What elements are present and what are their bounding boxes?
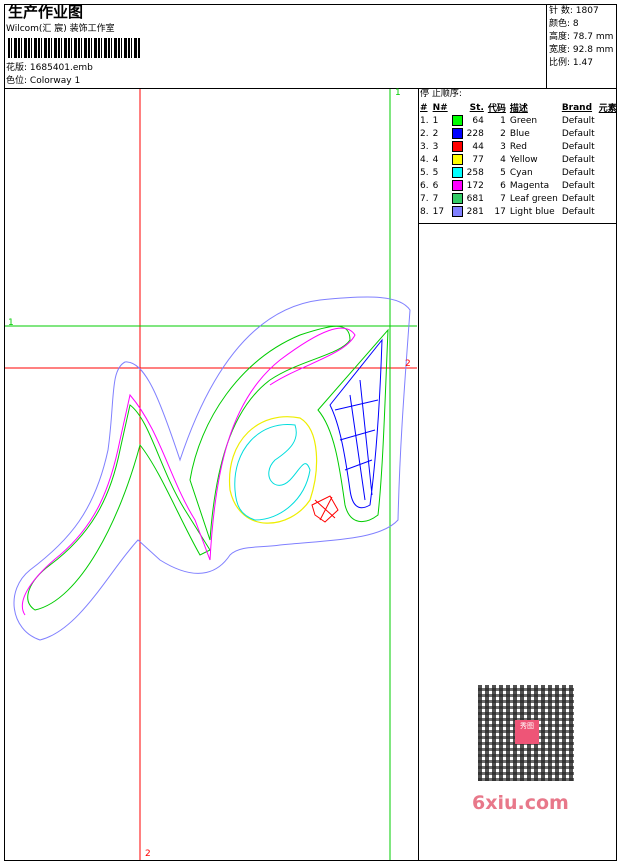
guide-label-green-top: 1 — [395, 88, 401, 98]
yellow-outline — [228, 416, 318, 524]
guide-label-green-left: 1 — [8, 318, 14, 328]
red-fill — [311, 495, 339, 523]
guide-label-red-right: 2 — [405, 359, 411, 369]
production-sheet: 生产作业图 Wilcom(汇 宸) 装饰工作室 花版: 1685401.emb … — [0, 0, 620, 861]
watermark-logo: 秀图 — [515, 720, 539, 744]
cyan-fill — [234, 423, 311, 521]
guide-label-red-bottom: 2 — [145, 849, 151, 859]
watermark-text: 6xiu.com — [472, 792, 569, 814]
lightblue-outline — [13, 296, 411, 641]
blue-fill — [329, 338, 383, 509]
green-fill-left — [27, 404, 211, 611]
magenta-outline — [21, 327, 356, 616]
